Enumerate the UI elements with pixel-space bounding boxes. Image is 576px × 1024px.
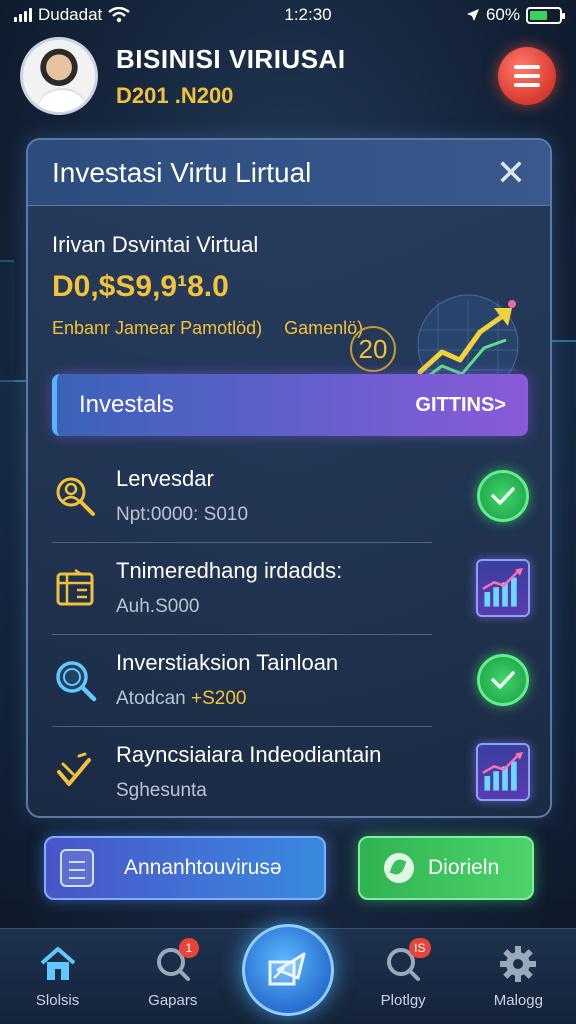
status-time: 1:2:30 (284, 5, 332, 24)
cta-label: Investals (79, 391, 174, 418)
close-icon[interactable]: ✕ (496, 154, 526, 191)
check-arrow-icon (52, 749, 98, 795)
tab-settings[interactable]: Malogg (468, 944, 568, 1009)
item-sub: Npt:0000: S010 (116, 504, 249, 525)
item-title: Lervesdar (116, 466, 214, 491)
user-avatar[interactable] (20, 37, 98, 115)
document-grid-icon (52, 565, 98, 611)
carrier-name: Dudadat (38, 5, 103, 24)
primary-button-label: Annanhtouvirusə (124, 856, 282, 879)
item-title: Tnimeredhang irdadds: (116, 558, 343, 583)
investment-card: Investasi Virtu Lirtual ✕ Irivan Dsvinta… (26, 138, 552, 818)
summary-desc-left: Enbanr Jamear Pamotlöd) (52, 318, 263, 338)
count-badge: 20 (350, 326, 396, 372)
tab-alerts[interactable]: IS Plotlgy (353, 938, 453, 1009)
magnifier-icon (52, 657, 98, 703)
location-arrow-icon (466, 9, 479, 21)
bar-chart-icon (476, 743, 530, 801)
tab-search[interactable]: 1 Gapars (123, 938, 223, 1009)
tab-center-action[interactable] (238, 923, 338, 1016)
list-document-icon (60, 849, 94, 887)
item-title: Rayncsiaiara Indeodiantain (116, 742, 382, 767)
tab-home[interactable]: Slolsis (8, 944, 108, 1009)
investment-list: Lervesdar Npt:0000: S010 Tnimeredhang ir… (28, 450, 550, 816)
leaf-icon (384, 853, 414, 883)
item-sub: Sghesunta (116, 780, 207, 801)
tab-label: Gapars (148, 992, 198, 1009)
gear-icon (496, 944, 540, 984)
portfolio-summary: Irivan Dsvintai Virtual D0,$S9,9¹8.0 Enb… (28, 206, 550, 396)
tab-label: Malogg (493, 992, 543, 1009)
status-bar: Dudadat 1:2:30 60% (0, 0, 576, 30)
hamburger-menu-icon[interactable] (498, 47, 556, 105)
primary-action-button[interactable]: Annanhtouvirusə (44, 836, 326, 900)
app-title: BISINISI VIRIUSAI (116, 43, 346, 74)
investments-cta-button[interactable]: Investals GITTINS> (52, 374, 528, 436)
notification-badge: 1 (178, 938, 199, 958)
app-header: BISINISI VIRIUSAI D201 .N200 (0, 30, 576, 122)
secondary-action-button[interactable]: Diorieln (358, 836, 534, 900)
cta-action: GITTINS> (415, 393, 506, 416)
bottom-tab-bar: Slolsis 1 Gapars IS Plotlgy Malogg (0, 923, 576, 1024)
app-subtitle: D201 .N200 (116, 82, 234, 108)
list-item[interactable]: Inverstiaksion Tainloan Atodcan +S200 (28, 634, 550, 726)
bar-chart-icon (476, 559, 530, 617)
status-check-icon (476, 469, 530, 523)
card-title: Investasi Virtu Lirtual (52, 156, 312, 188)
list-item[interactable]: Rayncsiaiara Indeodiantain Sghesunta (28, 726, 550, 816)
battery-icon (526, 6, 565, 24)
summary-label: Irivan Dsvintai Virtual (52, 232, 259, 257)
action-buttons: Annanhtouvirusə Diorieln (44, 836, 534, 900)
battery-percent: 60% (485, 5, 520, 24)
status-check-icon (476, 653, 530, 707)
item-title: Inverstiaksion Tainloan (116, 650, 339, 675)
wifi-icon (108, 7, 131, 23)
tab-label: Slolsis (35, 992, 80, 1009)
wallet-send-icon (241, 923, 334, 1016)
home-icon (36, 944, 80, 984)
notification-badge: IS (409, 938, 431, 958)
signal-icon (14, 8, 32, 22)
list-item[interactable]: Tnimeredhang irdadds: Auh.S000 (28, 542, 550, 634)
tab-label: Plotlgy (380, 992, 426, 1009)
item-sub: Atodcan +S200 (116, 688, 247, 709)
item-sub: Auh.S000 (116, 596, 200, 617)
summary-desc-right: Gamenlö) (284, 318, 364, 338)
secondary-button-label: Diorieln (428, 856, 500, 879)
card-header: Investasi Virtu Lirtual ✕ (28, 140, 550, 206)
search-person-icon (52, 473, 98, 519)
list-item[interactable]: Lervesdar Npt:0000: S010 (28, 450, 550, 542)
